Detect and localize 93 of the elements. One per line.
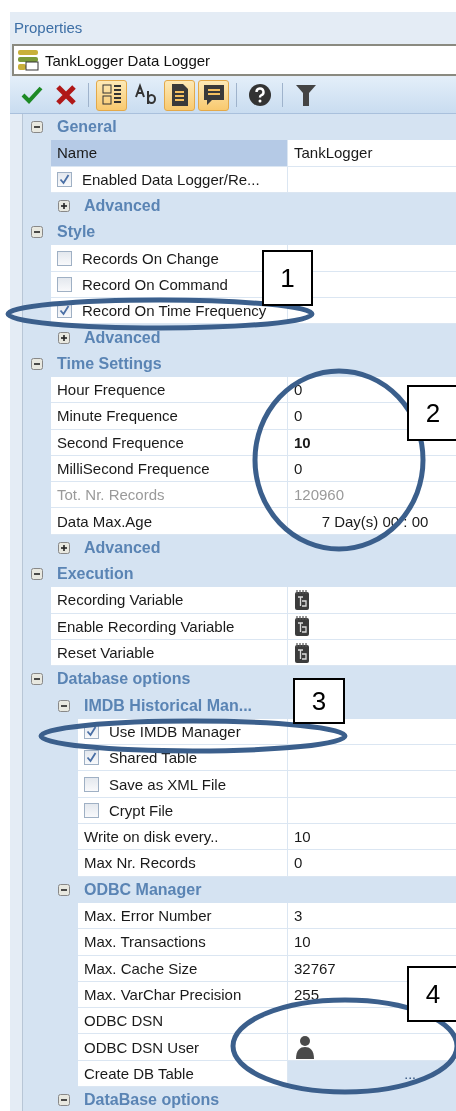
categorized-button[interactable] xyxy=(96,79,127,111)
property-name: Reset Variable xyxy=(51,639,288,667)
checkbox-label: Records On Change xyxy=(82,249,219,267)
notepad-icon xyxy=(294,615,310,638)
checkbox-label: Crypt File xyxy=(109,801,174,819)
property-name[interactable]: Max. Cache Size xyxy=(78,955,288,982)
logger-icon xyxy=(17,49,39,71)
callout-number: 2 xyxy=(407,385,456,441)
property-name[interactable]: Minute Frequence xyxy=(51,403,288,430)
property-value[interactable]: TankLogger xyxy=(294,144,373,162)
property-name[interactable]: ODBC DSN xyxy=(78,1008,288,1035)
callout-number: 4 xyxy=(407,966,456,1022)
category-label: Time Settings xyxy=(57,354,162,373)
callout-number: 3 xyxy=(293,678,345,724)
property-name[interactable]: Max Nr. Records xyxy=(78,850,288,877)
checkbox[interactable] xyxy=(84,750,99,766)
checkmark-icon xyxy=(20,86,43,104)
property-value[interactable]: 3 xyxy=(294,907,303,925)
property-name: Enable Recording Variable xyxy=(51,613,288,640)
property-value[interactable]: 10 xyxy=(294,433,311,451)
collapse-icon[interactable] xyxy=(31,673,43,686)
property-value[interactable]: 10 xyxy=(294,933,311,951)
collapse-icon[interactable] xyxy=(31,226,43,239)
checkmark-icon xyxy=(86,752,97,764)
property-value[interactable] xyxy=(288,587,456,614)
checkbox[interactable] xyxy=(84,802,99,818)
collapse-icon[interactable] xyxy=(58,1094,70,1107)
property-name[interactable]: Max. VarChar Precision xyxy=(78,981,288,1009)
property-value[interactable]: 32767 xyxy=(294,959,336,977)
collapse-icon[interactable] xyxy=(58,699,70,712)
close-icon xyxy=(54,84,77,106)
pages-button[interactable] xyxy=(164,79,195,111)
property-value[interactable] xyxy=(288,1034,456,1061)
object-selector[interactable]: TankLogger Data Logger xyxy=(12,44,456,76)
property-value[interactable] xyxy=(288,613,456,640)
notepad-icon xyxy=(294,589,310,611)
property-name[interactable]: Max. Transactions xyxy=(78,929,288,956)
collapse-icon[interactable] xyxy=(31,568,43,581)
checkbox-label: Save as XML File xyxy=(109,775,226,793)
document-icon xyxy=(169,83,190,107)
category-label: Advanced xyxy=(84,328,161,347)
property-name[interactable]: Write on disk every.. xyxy=(78,824,288,851)
checkbox[interactable] xyxy=(57,276,72,292)
filter-icon xyxy=(294,83,317,107)
property-name[interactable]: MilliSecond Frequence xyxy=(51,455,288,483)
property-name: Recording Variable xyxy=(51,587,288,614)
category-label: Advanced xyxy=(84,197,161,216)
checkbox-label: Shared Table xyxy=(109,749,198,767)
category-label: Style xyxy=(57,223,96,242)
checkbox[interactable] xyxy=(57,250,72,266)
property-value[interactable]: 255 xyxy=(294,985,320,1003)
category-label: General xyxy=(57,118,117,137)
expand-icon[interactable] xyxy=(58,331,70,344)
checkmark-icon xyxy=(59,305,70,317)
checkbox[interactable] xyxy=(57,171,72,187)
ellipsis-button[interactable]: ... xyxy=(404,1065,416,1082)
property-name: ODBC DSN User xyxy=(78,1034,288,1061)
category-label: DataBase options xyxy=(84,1091,220,1110)
expand-icon[interactable] xyxy=(58,200,70,213)
panel-title: Properties xyxy=(13,17,84,38)
property-value[interactable]: 0 xyxy=(294,381,303,399)
property-name[interactable]: Max. Error Number xyxy=(78,902,288,930)
help-icon xyxy=(247,83,272,107)
property-name[interactable]: Hour Frequence xyxy=(51,376,288,404)
notepad-icon xyxy=(294,641,310,664)
checkmark-icon xyxy=(59,173,70,185)
comments-button[interactable] xyxy=(198,79,229,111)
collapse-icon[interactable] xyxy=(58,883,70,896)
checkbox-label: Use IMDB Manager xyxy=(109,722,241,740)
category-label: Execution xyxy=(57,565,134,584)
property-name[interactable]: Name xyxy=(51,140,288,167)
category-label: Advanced xyxy=(84,538,161,557)
category-label: IMDB Historical Man... xyxy=(84,696,253,715)
property-value[interactable]: 0 xyxy=(294,407,303,425)
callout-number: 1 xyxy=(262,250,313,306)
property-name[interactable]: Second Frequence xyxy=(51,429,288,456)
comment-icon xyxy=(201,83,226,107)
property-value[interactable]: 0 xyxy=(294,460,303,477)
user-icon xyxy=(294,1035,316,1060)
expand-icon[interactable] xyxy=(58,541,70,554)
checkbox-label: Enabled Data Logger/Re... xyxy=(82,170,260,188)
property-value[interactable]: 10 xyxy=(294,828,311,846)
property-name: Data Max.Age xyxy=(51,508,288,535)
category-label: ODBC Manager xyxy=(84,880,202,899)
alphabetical-sort-icon xyxy=(133,83,158,107)
collapse-icon[interactable] xyxy=(31,121,43,134)
property-value[interactable]: 0 xyxy=(294,854,303,872)
checkbox-label: Record On Command xyxy=(82,275,228,293)
category-label: Database options xyxy=(57,670,191,689)
collapse-icon[interactable] xyxy=(31,357,43,370)
checkmark-icon xyxy=(86,725,97,737)
categorized-list-icon xyxy=(100,83,123,107)
checkbox[interactable] xyxy=(84,776,99,792)
